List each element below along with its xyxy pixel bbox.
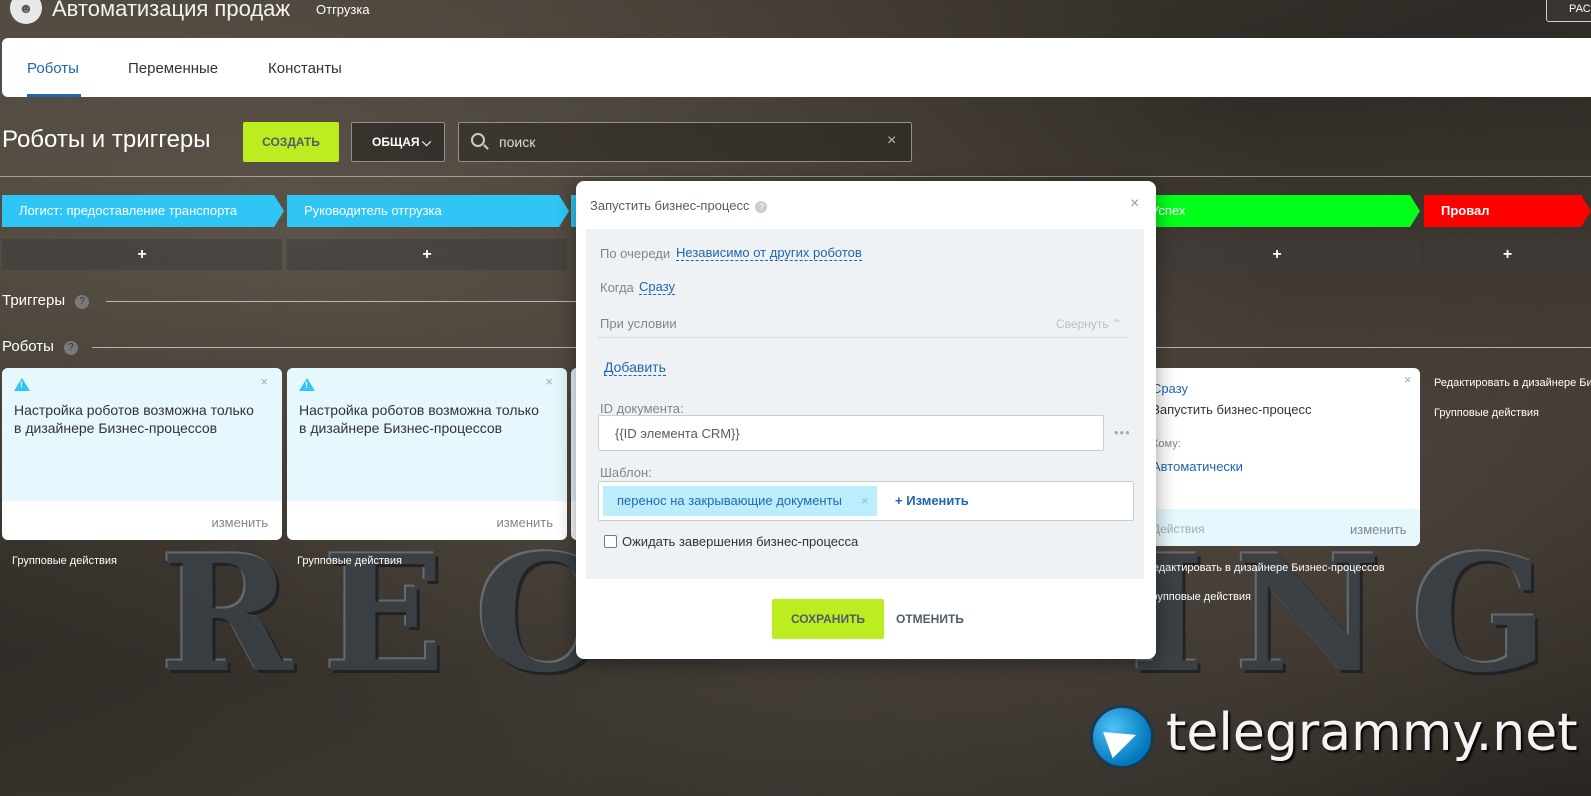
close-icon[interactable]: × (1404, 372, 1412, 387)
tab-variables[interactable]: Переменные (128, 60, 218, 77)
robots-divider (92, 347, 576, 348)
edit-in-designer-link[interactable]: Редактировать в дизайнере Би (1434, 377, 1591, 389)
edit-link[interactable]: изменить (1350, 522, 1407, 537)
help-icon[interactable]: ? (75, 295, 90, 309)
edit-link[interactable]: изменить (496, 515, 553, 530)
when-label: Когда (600, 280, 634, 295)
stage-failure[interactable]: Провал (1424, 195, 1591, 227)
wait-checkbox-label: Ожидать завершения бизнес-процесса (622, 534, 859, 549)
toolbar-divider (0, 176, 1591, 177)
triggers-title: Триггеры (2, 292, 66, 309)
tabs-bar: Роботы Переменные Константы (2, 38, 1591, 97)
robot-when[interactable]: Сразу (1152, 381, 1188, 396)
add-robot-button[interactable]: + (287, 239, 567, 270)
page-title: Роботы и триггеры (2, 126, 211, 153)
robot-to-label: Кому: (1152, 438, 1181, 450)
wait-checkbox[interactable] (604, 535, 617, 548)
more-icon[interactable]: ••• (1114, 425, 1131, 440)
help-icon[interactable]: ? (755, 201, 768, 213)
triggers-divider (106, 301, 576, 302)
triggers-section: Триггеры? (2, 292, 90, 309)
warning-icon (14, 378, 30, 391)
edit-link[interactable]: изменить (211, 515, 268, 530)
template-tag: перенос на закрывающие документы × (603, 486, 877, 516)
group-actions-link[interactable]: Групповые действия (297, 555, 402, 567)
background-art-right: ING (1130, 520, 1578, 708)
cancel-button[interactable]: ОТМЕНИТЬ (896, 599, 964, 639)
warning-icon (299, 378, 315, 391)
robot-name: Запустить бизнес-процесс (1152, 402, 1312, 417)
robot-card-success[interactable]: Сразу Запустить бизнес-процесс Кому: Авт… (1134, 368, 1420, 546)
dialog-title-text: Запустить бизнес-процесс (590, 198, 750, 213)
doc-id-field (598, 415, 1104, 451)
create-button[interactable]: СОЗДАТЬ (243, 122, 339, 162)
dialog-title: Запустить бизнес-процесс? (590, 198, 768, 213)
template-field[interactable]: перенос на закрывающие документы × + Изм… (598, 481, 1134, 521)
condition-label: При условии (600, 316, 677, 331)
add-robot-button[interactable]: + (1134, 239, 1420, 270)
robots-title: Роботы (2, 338, 54, 355)
stage-success[interactable]: Успех (1134, 195, 1420, 227)
telegram-logo-icon (1090, 705, 1154, 769)
robot-card[interactable]: × Настройка роботов возможна только в ди… (287, 368, 567, 540)
clear-search-icon[interactable]: × (887, 132, 896, 150)
collapse-button[interactable]: Свернуть ⌃ (1056, 317, 1122, 331)
remove-tag-icon[interactable]: × (861, 486, 869, 516)
when-select[interactable]: Сразу (639, 279, 676, 295)
robots-section: Роботы? (2, 338, 78, 355)
dialog-body: По очереди Независимо от других роботов … (586, 229, 1144, 579)
queue-select[interactable]: Независимо от других роботов (676, 245, 862, 261)
save-button[interactable]: СОХРАНИТЬ (772, 599, 884, 639)
close-icon[interactable]: × (1130, 195, 1139, 213)
corner-button[interactable]: РАС (1546, 0, 1591, 22)
bot-icon: ☻ (10, 0, 42, 24)
add-condition-link[interactable]: Добавить (604, 359, 666, 376)
robot-to-value[interactable]: Автоматически (1152, 459, 1243, 474)
search-box: × (458, 122, 912, 162)
collapse-label: Свернуть (1056, 317, 1109, 331)
robot-actions[interactable]: Действия (1152, 522, 1205, 536)
group-actions-link[interactable]: Групповые действия (1434, 407, 1539, 419)
edit-in-designer-link[interactable]: Редактировать в дизайнере Бизнес-процесс… (1146, 562, 1385, 574)
queue-label: По очереди (600, 246, 671, 261)
active-tab-indicator (27, 94, 81, 97)
robot-card-text: Настройка роботов возможна только в диза… (299, 402, 539, 436)
stage-logistics[interactable]: Логист: предоставление транспорта (2, 195, 284, 227)
background-art: REC (160, 520, 633, 708)
robots-divider-right (1156, 347, 1591, 348)
tab-robots[interactable]: Роботы (27, 60, 79, 77)
robot-card-text: Настройка роботов возможна только в диза… (14, 402, 254, 436)
doc-id-input[interactable] (599, 416, 1103, 450)
close-icon[interactable]: × (260, 374, 268, 389)
robot-card[interactable]: × Настройка роботов возможна только в ди… (2, 368, 282, 540)
tab-constants[interactable]: Константы (268, 60, 342, 77)
start-bp-dialog: Запустить бизнес-процесс? × По очереди Н… (576, 181, 1156, 659)
search-input[interactable] (499, 123, 879, 161)
group-actions-link[interactable]: Групповые действия (1146, 591, 1251, 603)
watermark-text: telegrammy.net (1166, 703, 1578, 763)
help-icon[interactable]: ? (63, 341, 78, 355)
general-dropdown[interactable]: ОБЩАЯ ⌵ (351, 122, 445, 162)
general-dropdown-label: ОБЩАЯ (372, 135, 420, 149)
close-icon[interactable]: × (545, 374, 553, 389)
add-robot-button[interactable]: + (1424, 239, 1591, 270)
template-label: Шаблон: (600, 465, 652, 480)
app-title: Автоматизация продаж (52, 0, 291, 21)
app-subtitle: Отгрузка (316, 2, 370, 17)
chevron-up-icon: ⌃ (1111, 317, 1123, 331)
add-robot-button[interactable]: + (2, 239, 282, 270)
change-template-link[interactable]: + Изменить (895, 493, 969, 508)
top-header: ☻ Автоматизация продаж Отгрузка РАС (0, 0, 1591, 38)
search-icon (471, 133, 485, 147)
doc-id-label: ID документа: (600, 401, 684, 416)
change-template-label: Изменить (906, 493, 969, 508)
group-actions-link[interactable]: Групповые действия (12, 555, 117, 567)
chevron-down-icon: ⌵ (422, 135, 432, 149)
stage-manager-shipment[interactable]: Руководитель отгрузка (287, 195, 569, 227)
template-tag-label: перенос на закрывающие документы (617, 493, 842, 508)
